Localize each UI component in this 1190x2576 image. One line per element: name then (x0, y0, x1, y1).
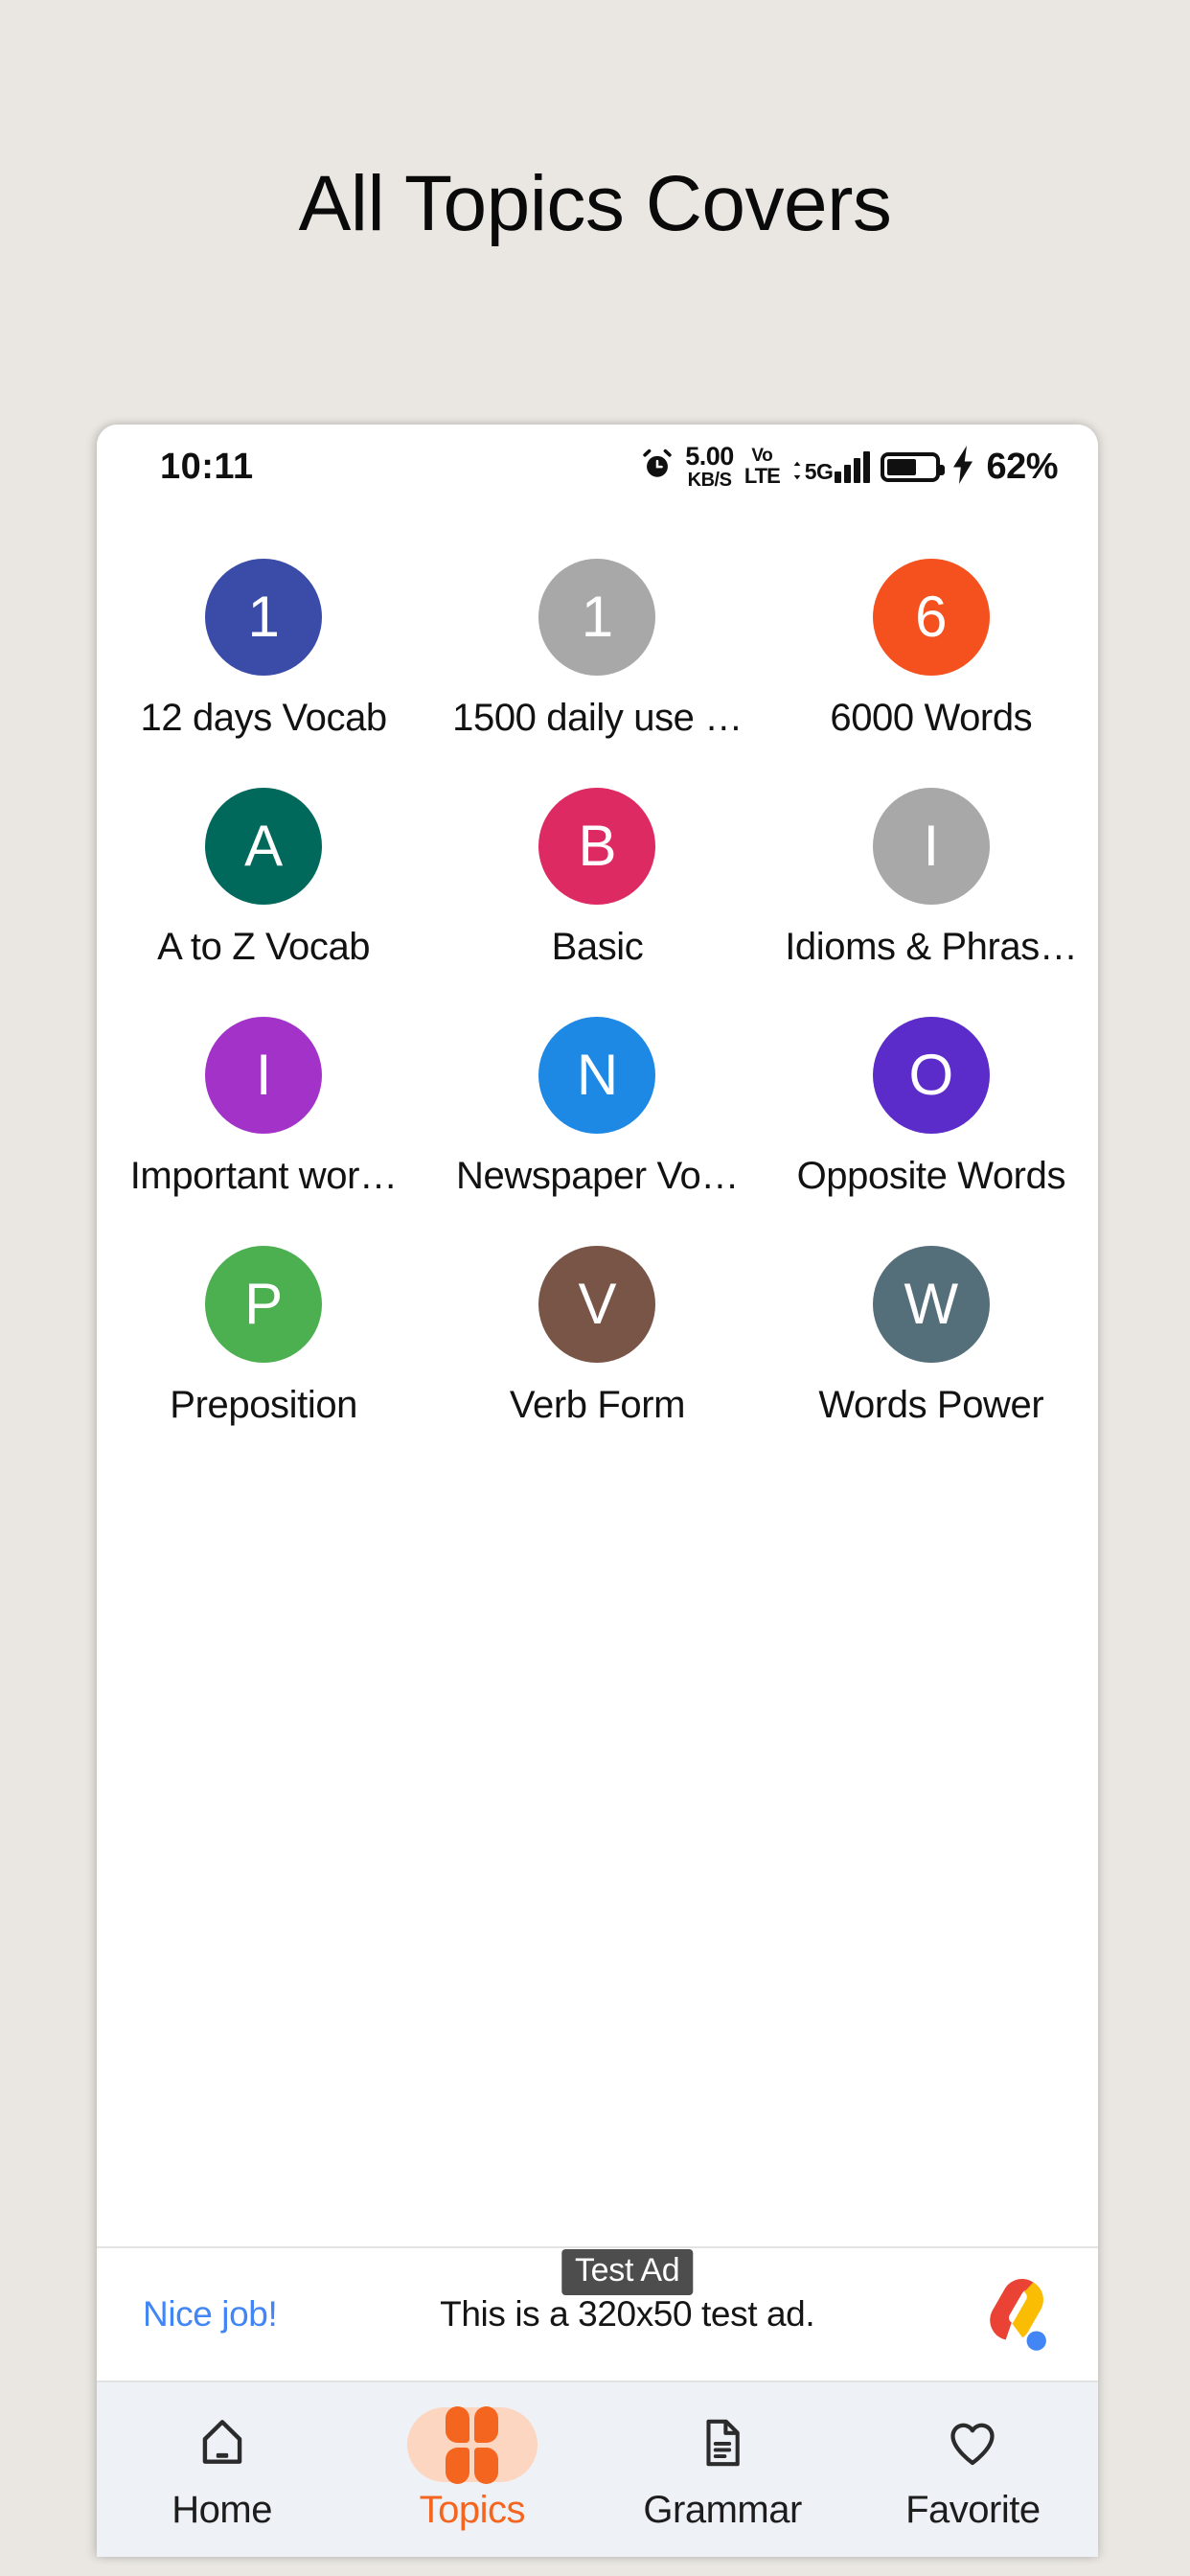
topic-item-a-to-z-vocab[interactable]: A A to Z Vocab (97, 763, 430, 992)
topics-content: 1 12 days Vocab 1 1500 daily use … 6 600… (97, 509, 1098, 2246)
nav-icon-box (406, 2405, 538, 2484)
topic-item-newspaper-vocab[interactable]: N Newspaper Vo… (430, 992, 764, 1221)
topic-avatar: 1 (538, 559, 656, 676)
topic-avatar: W (872, 1246, 990, 1363)
topic-item-important-words[interactable]: I Important wor… (97, 992, 430, 1221)
topic-label: Words Power (818, 1384, 1044, 1426)
topic-label: Basic (551, 926, 644, 968)
topic-label: Opposite Words (796, 1155, 1066, 1197)
nav-icon-box (157, 2407, 287, 2482)
volte-indicator: Vo LTE (744, 446, 781, 488)
nav-icon-box (907, 2407, 1038, 2482)
topic-label: 12 days Vocab (140, 697, 387, 739)
topic-avatar: A (205, 788, 323, 905)
nav-label: Home (172, 2489, 272, 2531)
network-speed-unit: KB/S (687, 470, 732, 491)
network-type-indicator: 5G (790, 458, 834, 484)
ad-badge: Test Ad (561, 2249, 694, 2295)
topic-item-1500-daily-use[interactable]: 1 1500 daily use … (430, 534, 764, 763)
topic-label: Preposition (170, 1384, 358, 1426)
network-speed-value: 5.00 (685, 442, 734, 471)
topic-item-words-power[interactable]: W Words Power (765, 1221, 1098, 1450)
topic-avatar: 6 (872, 559, 990, 676)
volte-bottom-label: LTE (744, 464, 781, 488)
nav-item-home[interactable]: Home (97, 2407, 347, 2532)
nav-item-favorite[interactable]: Favorite (848, 2407, 1098, 2532)
topic-avatar: B (538, 788, 656, 905)
battery-percent-label: 62% (986, 446, 1058, 487)
topic-label: 1500 daily use … (452, 697, 743, 739)
ad-banner[interactable]: Nice job! Test Ad This is a 320x50 test … (97, 2246, 1098, 2382)
nav-item-grammar[interactable]: Grammar (598, 2407, 848, 2532)
topic-avatar: V (538, 1246, 656, 1363)
bottom-navigation-bar: Home Topics Grammar Favorite (97, 2382, 1098, 2557)
admob-logo-icon (977, 2270, 1065, 2358)
grid-petals-icon (446, 2405, 499, 2484)
network-speed-indicator: 5.00 KB/S (685, 442, 734, 491)
ad-body: Test Ad This is a 320x50 test ad. (277, 2249, 977, 2334)
document-icon (695, 2415, 750, 2475)
network-type-label: 5G (804, 458, 834, 484)
topic-avatar: I (205, 1017, 323, 1134)
cellular-indicator: 5G (790, 450, 871, 484)
nav-item-topics[interactable]: Topics (347, 2405, 597, 2532)
ad-cta-link[interactable]: Nice job! (143, 2294, 278, 2334)
topic-label: Important wor… (129, 1155, 398, 1197)
topics-grid: 1 12 days Vocab 1 1500 daily use … 6 600… (97, 534, 1098, 1450)
topic-avatar: N (538, 1017, 656, 1134)
status-icons: 5.00 KB/S Vo LTE 5G 62% (640, 444, 1058, 490)
topic-item-verb-form[interactable]: V Verb Form (430, 1221, 764, 1450)
topic-item-preposition[interactable]: P Preposition (97, 1221, 430, 1450)
topic-item-idioms-and-phrases[interactable]: I Idioms & Phras… (765, 763, 1098, 992)
topic-label: Verb Form (509, 1384, 686, 1426)
topic-item-basic[interactable]: B Basic (430, 763, 764, 992)
nav-icon-box (657, 2407, 788, 2482)
data-transfer-icon (793, 461, 801, 479)
status-bar: 10:11 5.00 KB/S Vo LTE 5G 62% (97, 425, 1098, 509)
topic-item-6000-words[interactable]: 6 6000 Words (765, 534, 1098, 763)
topic-label: A to Z Vocab (157, 926, 371, 968)
topic-label: Idioms & Phras… (785, 926, 1078, 968)
lightning-bolt-icon (950, 445, 975, 489)
battery-icon (881, 451, 946, 482)
topic-label: 6000 Words (830, 697, 1033, 739)
topic-item-opposite-words[interactable]: O Opposite Words (765, 992, 1098, 1221)
topic-avatar: O (872, 1017, 990, 1134)
nav-label: Grammar (643, 2489, 802, 2531)
nav-label: Topics (419, 2489, 526, 2531)
volte-top-label: Vo (751, 446, 773, 466)
phone-mockup: 10:11 5.00 KB/S Vo LTE 5G 62% 1 12 days … (97, 425, 1098, 2557)
topic-avatar: 1 (205, 559, 323, 676)
home-icon (193, 2413, 252, 2477)
signal-bars-icon (835, 450, 871, 483)
topic-item-12-days-vocab[interactable]: 1 12 days Vocab (97, 534, 430, 763)
ad-text: This is a 320x50 test ad. (440, 2294, 815, 2334)
topic-avatar: I (872, 788, 990, 905)
heart-icon (944, 2414, 1001, 2476)
topic-label: Newspaper Vo… (456, 1155, 739, 1197)
page-title: All Topics Covers (298, 160, 892, 247)
status-time: 10:11 (160, 446, 254, 487)
topic-avatar: P (205, 1246, 323, 1363)
alarm-clock-icon (640, 448, 675, 487)
nav-label: Favorite (905, 2489, 1041, 2531)
